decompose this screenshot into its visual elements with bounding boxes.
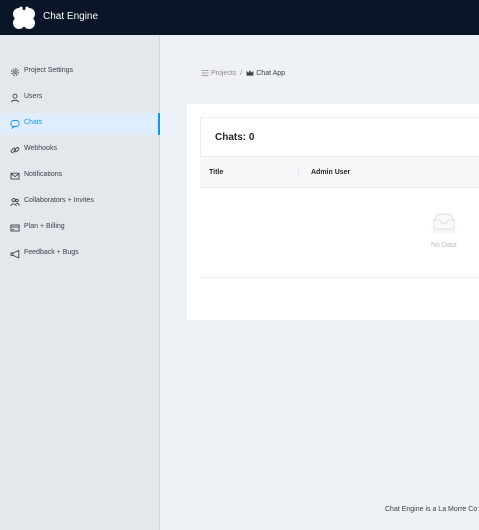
sidebar-item-plan-billing[interactable]: Plan + Billing xyxy=(0,217,160,239)
empty-inbox-icon xyxy=(431,213,457,234)
sidebar-item-label: Project Settings xyxy=(24,67,74,74)
chats-card-header: Chats: 0 xyxy=(200,117,479,157)
megaphone-icon xyxy=(10,249,20,259)
sidebar: Project Settings Users Chats Webhooks No… xyxy=(0,35,160,530)
breadcrumb-projects-link[interactable]: Projects xyxy=(211,70,236,77)
chats-table-header: Title Admin User xyxy=(200,157,479,188)
link-icon xyxy=(10,147,20,153)
sidebar-item-label: Notifications xyxy=(24,171,63,178)
mail-icon xyxy=(10,172,20,180)
column-divider xyxy=(298,167,299,178)
sidebar-item-label: Plan + Billing xyxy=(24,223,65,230)
user-icon xyxy=(11,93,19,103)
sidebar-item-collaborators-invites[interactable]: Collaborators + Invites xyxy=(0,191,160,213)
top-bar: Chat Engine xyxy=(0,0,479,35)
breadcrumb-separator: / xyxy=(240,69,243,77)
crown-icon xyxy=(246,70,254,76)
column-header-title[interactable]: Title xyxy=(209,169,223,176)
sidebar-item-label: Webhooks xyxy=(24,145,57,152)
chats-count-title: Chats: 0 xyxy=(215,132,255,143)
sidebar-item-label: Feedback + Bugs xyxy=(24,249,79,256)
breadcrumb-current: Chat App xyxy=(256,69,286,77)
list-icon xyxy=(201,70,209,76)
sidebar-item-label: Chats xyxy=(24,119,43,126)
sidebar-item-webhooks[interactable]: Webhooks xyxy=(0,139,160,161)
main-content: Projects / Chat App Chats: 0 Title Admin… xyxy=(161,35,479,530)
sidebar-item-feedback-bugs[interactable]: Feedback + Bugs xyxy=(0,243,160,265)
chats-table-empty-state: No Data xyxy=(200,188,479,278)
sidebar-item-users[interactable]: Users xyxy=(0,87,160,109)
sidebar-item-label: Collaborators + Invites xyxy=(24,197,94,204)
chat-engine-logo-icon[interactable] xyxy=(11,6,37,30)
sidebar-item-notifications[interactable]: Notifications xyxy=(0,165,160,187)
breadcrumb: Projects / Chat App xyxy=(201,69,285,77)
column-header-admin-user[interactable]: Admin User xyxy=(311,169,350,176)
sidebar-item-project-settings[interactable]: Project Settings xyxy=(0,61,160,83)
chats-panel: Chats: 0 Title Admin User No Data xyxy=(187,104,479,320)
footer-text: Chat Engine is a La Morre Co xyxy=(385,506,478,513)
sidebar-item-label: Users xyxy=(24,93,43,100)
gear-icon xyxy=(11,68,19,76)
empty-state-text: No Data xyxy=(431,242,457,249)
app-title: Chat Engine xyxy=(43,11,99,22)
card-icon xyxy=(10,224,20,232)
chat-icon xyxy=(10,120,20,129)
sidebar-item-chats[interactable]: Chats xyxy=(0,113,160,135)
team-icon xyxy=(10,197,20,207)
